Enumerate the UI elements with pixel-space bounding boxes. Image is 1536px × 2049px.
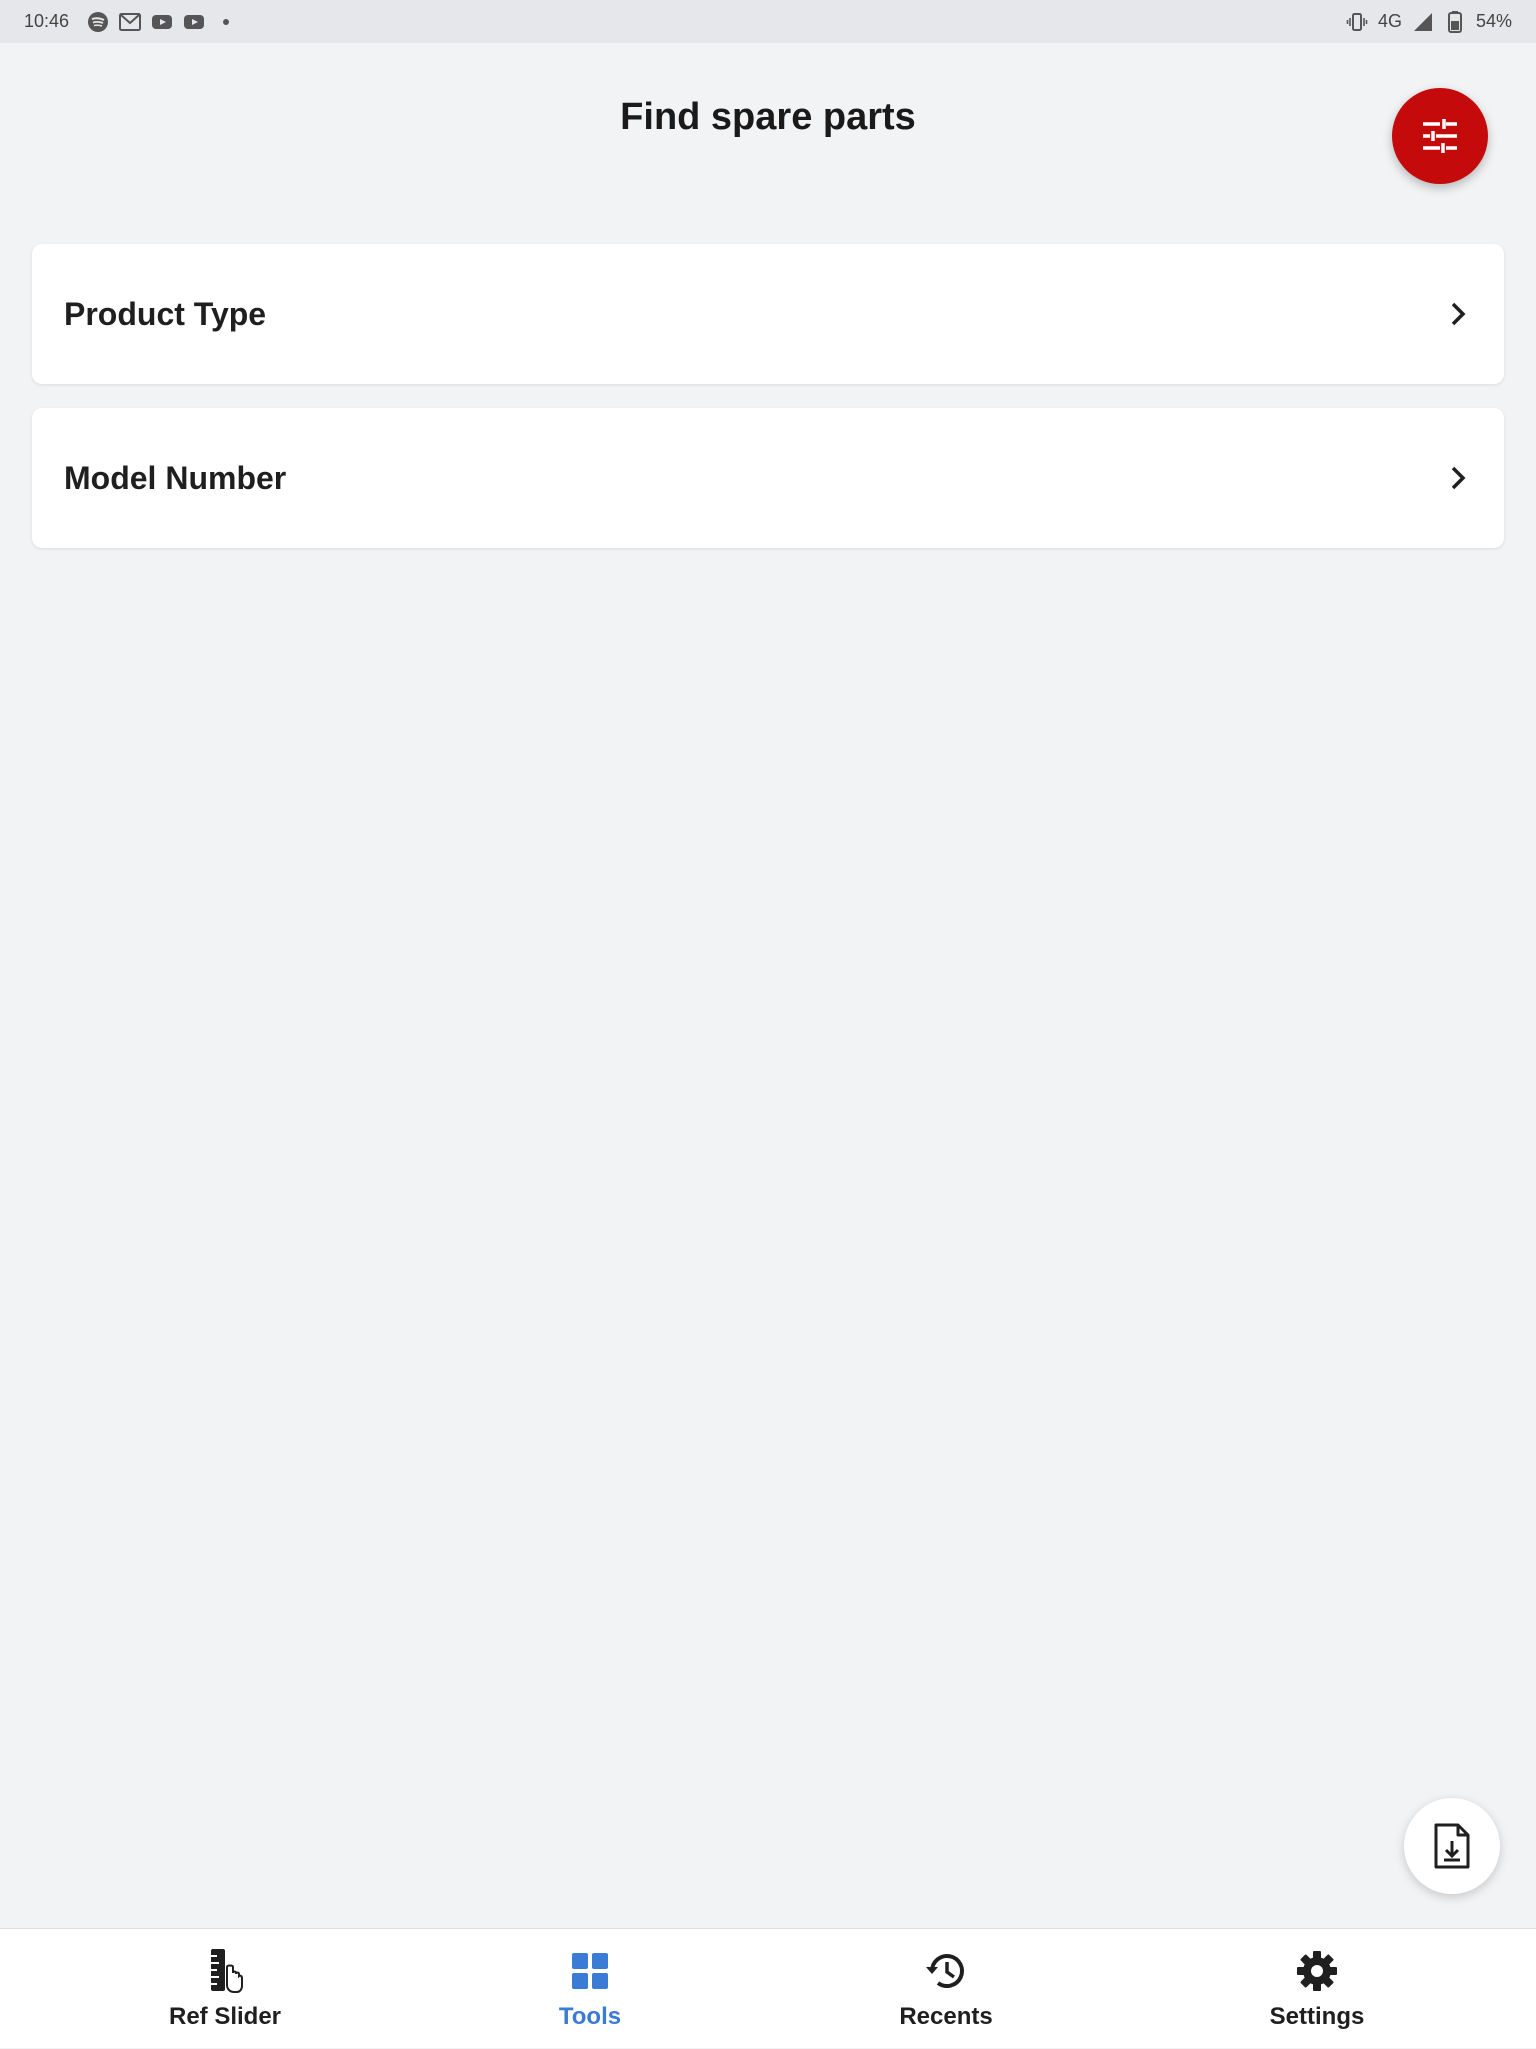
history-icon <box>922 1947 970 1995</box>
vibrate-icon <box>1346 11 1368 33</box>
bottom-nav: Ref Slider Tools Recents Settings <box>0 1928 1536 2048</box>
model-number-label: Model Number <box>64 459 287 496</box>
gmail-icon <box>119 11 142 33</box>
nav-label-recents: Recents <box>899 2003 993 2030</box>
filter-button[interactable] <box>1392 88 1488 184</box>
chevron-right-icon <box>1444 464 1472 492</box>
status-time: 10:46 <box>24 11 70 31</box>
nav-item-settings[interactable]: Settings <box>1217 1929 1417 2049</box>
ruler-hand-icon <box>201 1947 249 1995</box>
nav-label-ref-slider: Ref Slider <box>168 2003 282 2030</box>
nav-item-recents[interactable]: Recents <box>846 1929 1046 2049</box>
grid-icon <box>566 1947 614 1995</box>
status-right: 4G 54% <box>1346 10 1512 33</box>
signal-icon <box>1412 11 1434 33</box>
status-left: 10:46 <box>24 11 237 33</box>
chevron-right-icon <box>1444 300 1472 328</box>
youtube-icon <box>151 11 173 33</box>
nav-label-tools: Tools <box>558 2003 622 2030</box>
battery-icon <box>1444 10 1466 33</box>
gear-icon <box>1293 1947 1341 1995</box>
dot-icon <box>215 11 237 33</box>
spotify-icon <box>87 11 109 33</box>
model-number-card[interactable]: Model Number <box>32 408 1504 548</box>
page-title: Find spare parts <box>620 96 916 138</box>
tune-sliders-icon <box>1420 116 1460 156</box>
file-download-icon <box>1432 1822 1472 1870</box>
status-bar: 10:46 4G 54% <box>0 0 1536 43</box>
youtube-icon <box>183 11 205 33</box>
product-type-label: Product Type <box>64 295 267 332</box>
nav-label-settings: Settings <box>1269 2003 1365 2030</box>
nav-item-tools[interactable]: Tools <box>490 1929 690 2049</box>
product-type-card[interactable]: Product Type <box>32 244 1504 384</box>
battery-percent: 54% <box>1475 11 1512 31</box>
download-button[interactable] <box>1404 1798 1500 1894</box>
nav-item-ref-slider[interactable]: Ref Slider <box>125 1929 325 2049</box>
network-type: 4G <box>1377 11 1402 31</box>
